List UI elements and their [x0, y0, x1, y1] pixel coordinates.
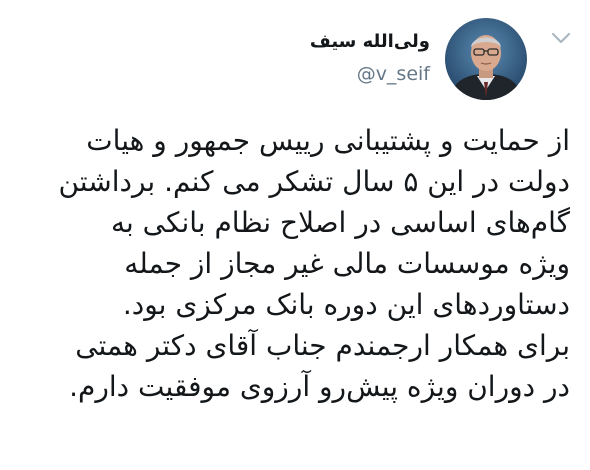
tweet-text: از حمایت و پشتیبانی رییس جمهور و هیات دو… [10, 120, 570, 407]
tweet-line: ویژه موسسات مالی غیر مجاز از جمله [124, 247, 570, 280]
tweet-line: برای همکار ارجمندم جناب آقای دکتر همتی [75, 329, 570, 362]
tweet-card: ولی‌الله سیف @v_seif [0, 0, 590, 470]
tweet-line: در دوران ویژه پیش‌رو آرزوی موفقیت دارم. [69, 370, 570, 403]
user-handle[interactable]: @v_seif [210, 62, 430, 86]
author-names: ولی‌الله سیف @v_seif [210, 30, 430, 86]
tweet-header: ولی‌الله سیف @v_seif [0, 0, 590, 110]
tweet-line: دولت در این ۵ سال تشکر می کنم. برداشتن [58, 165, 570, 198]
chevron-down-icon[interactable] [548, 28, 574, 48]
tweet-line: از حمایت و پشتیبانی رییس جمهور و هیات [86, 124, 570, 157]
tweet-line: گام‌های اساسی در اصلاح نظام بانکی به [110, 206, 570, 239]
display-name[interactable]: ولی‌الله سیف [210, 30, 430, 54]
avatar[interactable] [445, 18, 527, 100]
tweet-line: دستاوردهای این دوره بانک مرکزی بود. [122, 288, 570, 321]
